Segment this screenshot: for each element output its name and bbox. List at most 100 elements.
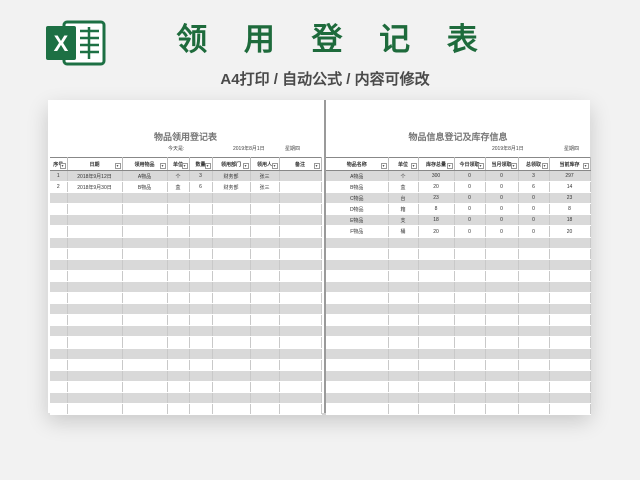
table-cell[interactable]: B物品 [122, 181, 168, 194]
table-cell[interactable] [212, 336, 251, 349]
table-cell[interactable] [549, 381, 591, 393]
table-cell[interactable] [485, 325, 519, 338]
table-cell[interactable] [212, 237, 251, 249]
table-cell[interactable] [326, 370, 389, 382]
filter-dropdown-icon[interactable]: ▾ [204, 163, 211, 169]
table-cell[interactable] [122, 237, 168, 249]
table-cell[interactable]: A物品 [326, 170, 389, 183]
table-cell[interactable] [326, 392, 389, 404]
table-cell[interactable]: 0 [485, 192, 519, 205]
table-cell[interactable] [122, 403, 168, 416]
right-column-header[interactable]: 单位 ▾ [388, 157, 419, 171]
table-cell[interactable]: 0 [454, 170, 486, 183]
filter-dropdown-icon[interactable]: ▾ [477, 163, 484, 169]
table-cell[interactable]: 6 [518, 181, 550, 194]
table-cell[interactable] [549, 403, 591, 416]
table-cell[interactable] [212, 214, 251, 227]
table-cell[interactable] [485, 359, 519, 371]
table-cell[interactable] [454, 292, 486, 305]
table-cell[interactable] [212, 248, 251, 260]
table-cell[interactable] [212, 403, 251, 416]
table-cell[interactable] [549, 248, 591, 260]
table-cell[interactable]: 0 [485, 170, 519, 183]
table-cell[interactable] [67, 336, 123, 349]
table-cell[interactable] [454, 314, 486, 327]
table-cell[interactable] [67, 248, 123, 260]
table-cell[interactable] [122, 292, 168, 305]
table-cell[interactable]: 0 [485, 214, 519, 227]
table-cell[interactable] [326, 359, 389, 371]
table-cell[interactable] [518, 270, 550, 282]
table-cell[interactable] [454, 392, 486, 404]
filter-dropdown-icon[interactable]: ▾ [159, 163, 166, 169]
table-cell[interactable] [122, 359, 168, 371]
table-cell[interactable] [189, 203, 213, 216]
table-cell[interactable]: 3 [518, 170, 550, 183]
table-cell[interactable] [454, 281, 486, 294]
table-cell[interactable] [189, 292, 213, 305]
table-cell[interactable] [67, 225, 123, 238]
left-column-header[interactable]: 数量 ▾ [189, 157, 213, 171]
table-cell[interactable]: 3 [189, 170, 213, 183]
table-cell[interactable] [50, 292, 68, 305]
table-cell[interactable] [212, 203, 251, 216]
table-cell[interactable] [122, 214, 168, 227]
table-cell[interactable] [50, 270, 68, 282]
table-cell[interactable] [485, 336, 519, 349]
table-cell[interactable] [67, 381, 123, 393]
table-cell[interactable]: B物品 [326, 181, 389, 194]
table-cell[interactable] [485, 281, 519, 294]
table-cell[interactable] [67, 192, 123, 205]
table-cell[interactable] [518, 248, 550, 260]
table-cell[interactable] [279, 392, 322, 404]
table-cell[interactable] [167, 225, 190, 238]
table-cell[interactable]: 300 [418, 170, 455, 183]
table-cell[interactable]: 财务部 [212, 170, 251, 183]
table-cell[interactable] [189, 281, 213, 294]
table-cell[interactable] [388, 281, 419, 294]
table-cell[interactable] [122, 203, 168, 216]
table-cell[interactable] [67, 348, 123, 360]
table-cell[interactable] [250, 192, 280, 205]
table-cell[interactable] [167, 259, 190, 271]
table-cell[interactable] [279, 303, 322, 316]
table-cell[interactable] [189, 381, 213, 393]
right-column-header[interactable]: 当前库存 ▾ [549, 157, 591, 171]
table-cell[interactable] [122, 370, 168, 382]
table-cell[interactable] [454, 359, 486, 371]
table-cell[interactable]: 23 [418, 192, 455, 205]
right-column-header[interactable]: 当月领取 ▾ [485, 157, 519, 171]
table-cell[interactable] [67, 403, 123, 416]
table-cell[interactable] [212, 359, 251, 371]
table-cell[interactable] [67, 270, 123, 282]
filter-dropdown-icon[interactable]: ▾ [271, 163, 278, 169]
table-cell[interactable] [189, 259, 213, 271]
table-cell[interactable] [279, 170, 322, 183]
right-column-header[interactable]: 库存总量 ▾ [418, 157, 455, 171]
table-cell[interactable] [279, 325, 322, 338]
table-cell[interactable] [279, 348, 322, 360]
table-cell[interactable] [122, 314, 168, 327]
table-cell[interactable] [189, 370, 213, 382]
table-cell[interactable] [326, 237, 389, 249]
table-cell[interactable] [67, 203, 123, 216]
right-column-header[interactable]: 物品名称 ▾ [326, 157, 389, 171]
table-cell[interactable] [189, 392, 213, 404]
table-cell[interactable] [518, 336, 550, 349]
table-cell[interactable]: 台 [388, 192, 419, 205]
table-cell[interactable] [50, 192, 68, 205]
table-cell[interactable] [418, 259, 455, 271]
table-cell[interactable]: 18 [549, 214, 591, 227]
table-cell[interactable] [454, 348, 486, 360]
table-cell[interactable]: 20 [549, 225, 591, 238]
table-cell[interactable] [212, 314, 251, 327]
table-cell[interactable] [212, 281, 251, 294]
table-cell[interactable] [518, 237, 550, 249]
table-cell[interactable] [326, 259, 389, 271]
table-cell[interactable] [189, 348, 213, 360]
table-cell[interactable] [122, 192, 168, 205]
table-cell[interactable] [189, 403, 213, 416]
table-cell[interactable]: 1 [50, 170, 68, 183]
table-cell[interactable] [122, 392, 168, 404]
table-cell[interactable] [454, 303, 486, 316]
